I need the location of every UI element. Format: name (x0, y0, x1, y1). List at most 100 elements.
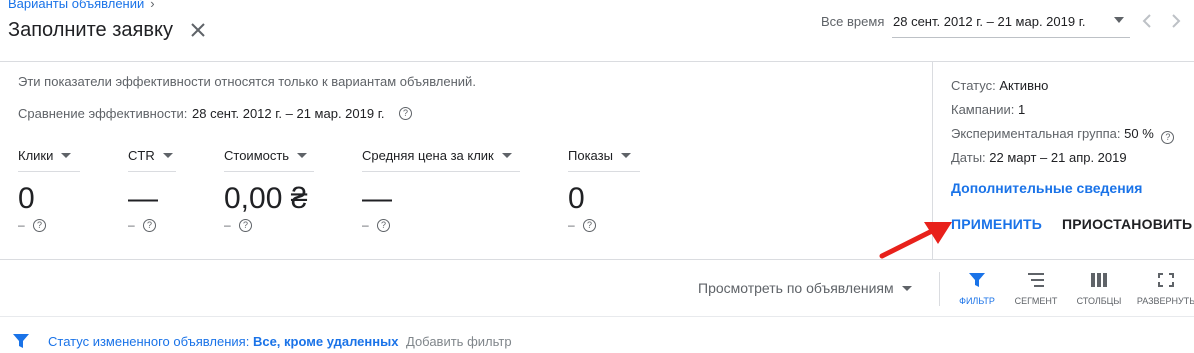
date-range-underline (892, 37, 1130, 38)
columns-label: СТОЛБЦЫ (1076, 296, 1122, 306)
breadcrumb-link[interactable]: Варианты объявлений (8, 0, 144, 11)
dropdown-icon (620, 153, 631, 158)
segment-label: СЕГМЕНТ (1014, 296, 1058, 306)
help-icon[interactable]: ? (239, 219, 252, 232)
segment-button[interactable]: СЕГМЕНТ (1006, 272, 1066, 312)
red-arrow-annotation (879, 222, 952, 259)
metric-underline (568, 171, 640, 172)
metric-value: 0 (568, 182, 585, 215)
apply-button[interactable]: ПРИМЕНИТЬ (951, 216, 1042, 232)
expand-button[interactable]: РАЗВЕРНУТЬ (1136, 272, 1194, 312)
add-filter-button[interactable]: Добавить фильтр (406, 334, 512, 349)
help-icon[interactable]: ? (1161, 131, 1175, 144)
metric-change: – ? (362, 218, 390, 232)
metric-label: CTR (128, 148, 155, 163)
segment-icon (1028, 273, 1044, 287)
dropdown-icon (297, 153, 308, 158)
filter-chip-value: Все, кроме удаленных (252, 334, 399, 349)
metric-label: Показы (568, 148, 613, 163)
view-by-select[interactable]: Просмотреть по объявлениям (698, 280, 912, 296)
metric-change: – ? (224, 218, 252, 232)
metric-label: Средняя цена за клик (362, 148, 494, 163)
date-range-label: Все время (821, 14, 885, 29)
filter-label: ФИЛЬТР (959, 296, 995, 306)
help-icon[interactable]: ? (399, 107, 412, 120)
experiment-group-value: 50 % (1124, 126, 1154, 141)
expand-icon (1158, 273, 1174, 287)
filter-icon (13, 334, 29, 348)
status-value: Активно (999, 78, 1049, 93)
metric-avg-cpc: Средняя цена за клик — – ? (362, 148, 520, 238)
metric-change-value: – (18, 218, 25, 232)
metric-change-value: – (568, 218, 575, 232)
metric-value: — (362, 182, 392, 215)
active-filter-chip[interactable]: Статус измененного объявления: Все, кром… (48, 334, 398, 349)
metric-selector[interactable]: Показы (568, 148, 631, 163)
breadcrumb: Варианты объявлений › (8, 0, 155, 11)
metric-change-value: – (362, 218, 369, 232)
metric-change: – ? (18, 218, 46, 232)
filter-button[interactable]: ФИЛЬТР (947, 272, 1007, 312)
metric-label: Клики (18, 148, 54, 163)
page-header: Варианты объявлений › Заполните заявку Вс… (0, 0, 1194, 62)
campaigns-value: 1 (1017, 102, 1026, 117)
help-icon[interactable]: ? (143, 219, 156, 232)
help-icon[interactable]: ? (377, 219, 390, 232)
filter-icon (969, 273, 985, 287)
performance-panel: Эти показатели эффективности относятся т… (0, 62, 932, 259)
metric-change: – ? (128, 218, 156, 232)
toolbar-divider (939, 272, 940, 306)
dropdown-icon (61, 153, 72, 158)
comparison-value: 28 сент. 2012 г. – 21 мар. 2019 г. (192, 106, 385, 121)
dropdown-icon (501, 153, 512, 158)
help-icon[interactable]: ? (33, 219, 46, 232)
chevron-right-icon[interactable] (1168, 11, 1184, 31)
metric-underline (128, 171, 176, 172)
chevron-left-icon[interactable] (1139, 11, 1155, 31)
metric-underline (224, 171, 314, 172)
metric-impressions: Показы 0 – ? (568, 148, 640, 238)
metric-selector[interactable]: Клики (18, 148, 72, 163)
date-range-select[interactable]: 28 сент. 2012 г. – 21 мар. 2019 г. (893, 14, 1085, 29)
view-by-label: Просмотреть по объявлениям (698, 280, 894, 296)
dates-row: Даты: 22 март – 21 апр. 2019 (951, 150, 1127, 165)
dropdown-icon[interactable] (1112, 15, 1126, 25)
dates-value: 22 март – 21 апр. 2019 (989, 150, 1127, 165)
close-icon[interactable] (188, 20, 208, 40)
metric-clicks: Клики 0 – ? (18, 148, 80, 238)
more-details-link[interactable]: Дополнительные сведения (951, 180, 1142, 196)
metric-change-value: – (224, 218, 231, 232)
filter-chip-label: Статус измененного объявления: (48, 334, 250, 349)
metric-value: — (128, 182, 158, 215)
columns-button[interactable]: СТОЛБЦЫ (1069, 272, 1129, 312)
metric-value: 0 (18, 182, 35, 215)
dropdown-icon (901, 285, 912, 291)
metric-change-value: – (128, 218, 135, 232)
experiment-group-label: Экспериментальная группа: (951, 126, 1121, 141)
campaigns-label: Кампании: (951, 102, 1015, 117)
pause-button[interactable]: ПРИОСТАНОВИТЬ (1062, 216, 1192, 232)
status-row: Статус: Активно (951, 78, 1048, 93)
metric-underline (362, 171, 520, 172)
page-title: Заполните заявку (8, 19, 173, 41)
dates-label: Даты: (951, 150, 986, 165)
dropdown-icon (162, 153, 173, 158)
metric-selector[interactable]: Средняя цена за клик (362, 148, 512, 163)
table-toolbar: Просмотреть по объявлениям ФИЛЬТР СЕГМЕН… (0, 259, 1194, 317)
performance-note: Эти показатели эффективности относятся т… (18, 74, 476, 89)
metric-cost: Стоимость 0,00 ₴ – ? (224, 148, 314, 238)
experiment-group-row: Экспериментальная группа: 50 % ? (951, 126, 1175, 144)
experiment-details-panel: Статус: Активно Кампании: 1 Эксперимента… (932, 62, 1194, 259)
status-label: Статус: (951, 78, 996, 93)
metric-label: Стоимость (224, 148, 290, 163)
breadcrumb-separator: › (150, 0, 155, 11)
comparison-label: Сравнение эффективности: (18, 106, 188, 121)
help-icon[interactable]: ? (583, 219, 596, 232)
metric-selector[interactable]: CTR (128, 148, 173, 163)
expand-label: РАЗВЕРНУТЬ (1136, 296, 1194, 306)
campaigns-row: Кампании: 1 (951, 102, 1025, 117)
columns-icon (1091, 273, 1107, 287)
metric-selector[interactable]: Стоимость (224, 148, 308, 163)
metric-value: 0,00 ₴ (224, 182, 308, 215)
metric-change: – ? (568, 218, 596, 232)
